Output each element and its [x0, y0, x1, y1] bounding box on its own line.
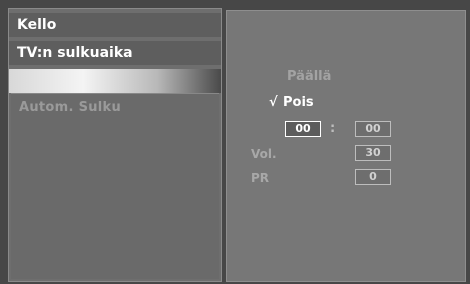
tv-osd-screen: Kello TV:n sulkuaika Autom. Sulku Päällä… [0, 0, 470, 284]
main-menu-panel: Kello TV:n sulkuaika Autom. Sulku [8, 8, 222, 282]
options-panel: Päällä √ Pois 00 : 00 Vol. 30 PR 0 [226, 10, 466, 282]
option-paalla[interactable]: Päällä [287, 69, 331, 84]
program-field[interactable]: 0 [355, 169, 391, 185]
checkmark-icon: √ [269, 95, 278, 110]
menu-item-tv-sulkuaika[interactable]: TV:n sulkuaika [9, 41, 221, 65]
volume-label: Vol. [251, 147, 277, 161]
option-pois[interactable]: √ Pois [269, 95, 314, 110]
volume-field[interactable]: 30 [355, 145, 391, 161]
submenu-item-autom-sulku[interactable]: Autom. Sulku [19, 100, 121, 115]
timer-separator: : [330, 121, 336, 136]
timer-hours-field[interactable]: 00 [285, 121, 321, 137]
option-pois-label: Pois [283, 95, 314, 110]
program-label: PR [251, 171, 270, 185]
menu-item-kello[interactable]: Kello [9, 13, 221, 37]
timer-minutes-field[interactable]: 00 [355, 121, 391, 137]
menu-highlight-bar[interactable] [9, 69, 221, 93]
submenu-panel: Autom. Sulku [11, 93, 219, 279]
